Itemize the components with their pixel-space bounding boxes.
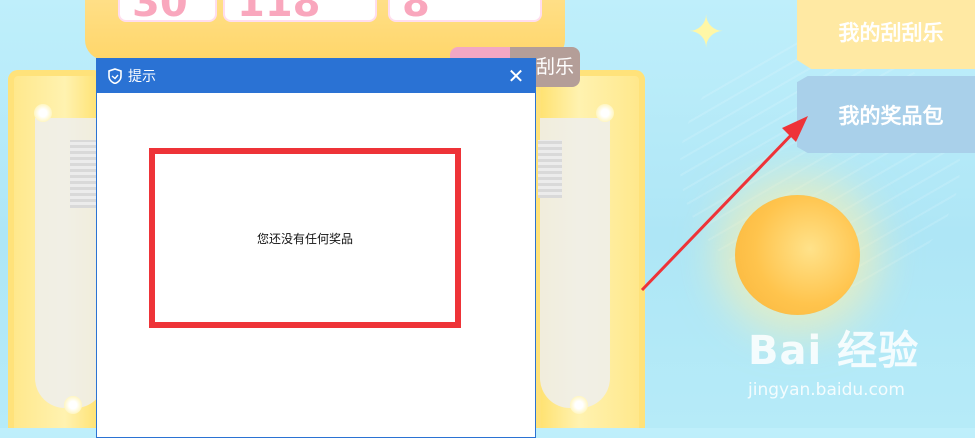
watermark-url: jingyan.baidu.com: [748, 380, 905, 400]
baidu-jingyan-watermark: Bai 经验 jingyan.baidu.com: [748, 318, 920, 400]
empty-prize-message: 您还没有任何奖品: [256, 231, 353, 246]
dialog-title-bar[interactable]: 提示 ✕: [97, 59, 535, 93]
close-icon[interactable]: ✕: [505, 65, 527, 87]
dialog-title: 提示: [128, 69, 156, 85]
shield-icon: [108, 68, 122, 84]
highlight-annotation-box: 您还没有任何奖品: [149, 148, 461, 328]
prompt-dialog: 提示 ✕ 您还没有任何奖品: [96, 58, 536, 438]
watermark-logo: Bai 经验: [748, 328, 920, 374]
